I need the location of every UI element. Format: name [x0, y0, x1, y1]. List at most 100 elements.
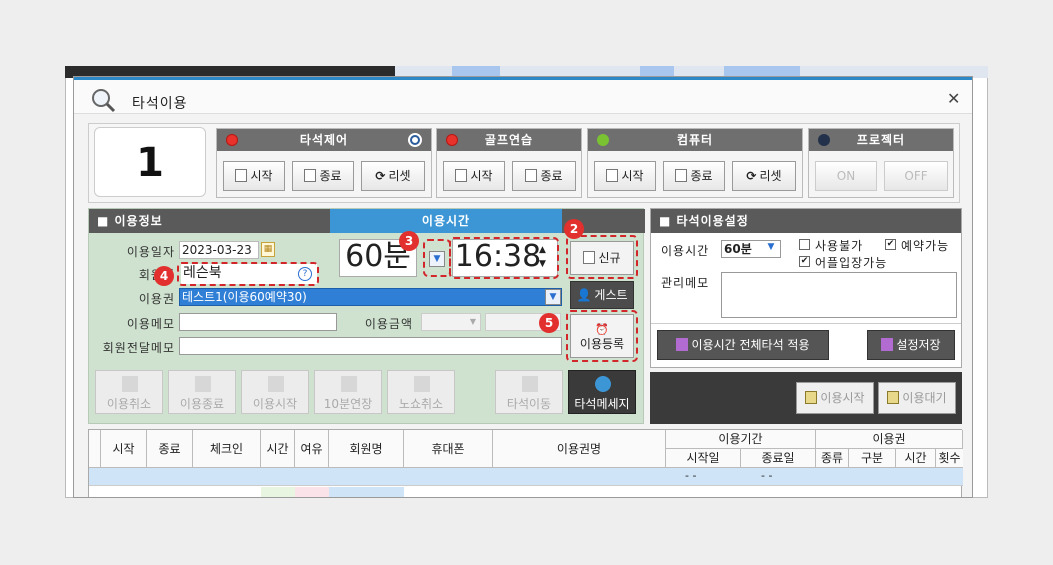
golf-start-button[interactable]: 시작 — [443, 161, 505, 191]
start-use-button[interactable]: 이용시작 — [796, 382, 874, 414]
usage-time-header: 이용시간 — [330, 209, 562, 233]
doc-remove-icon — [525, 169, 538, 182]
date-field[interactable]: 2023-03-23 — [179, 241, 259, 259]
table-cell — [261, 487, 295, 497]
annotation-badge-3: 3 — [399, 231, 419, 251]
table-row[interactable] — [89, 487, 963, 497]
message-icon — [595, 376, 611, 392]
column-header[interactable]: 이용권명 — [493, 430, 666, 468]
seat-number: 1 — [94, 127, 206, 197]
dialog-titlebar: 타석이용 ✕ — [74, 80, 972, 114]
status-off-icon — [818, 134, 830, 146]
annotation-badge-2: 2 — [564, 219, 584, 239]
golf-practice-group: 골프연습 시작 종료 — [436, 128, 582, 198]
column-group-header: 이용권 — [816, 430, 963, 449]
column-header[interactable]: 구분 — [849, 449, 896, 468]
save-icon — [881, 338, 894, 351]
golf-end-button[interactable]: 종료 — [512, 161, 576, 191]
annotation-badge-4: 4 — [154, 266, 174, 286]
unavailable-label: 사용불가 — [815, 239, 864, 253]
settings-time-dropdown-arrow[interactable]: ▼ — [763, 241, 779, 255]
seat-end-button[interactable]: 종료 — [292, 161, 354, 191]
reservable-checkbox[interactable]: ✔ — [885, 239, 896, 250]
seat-start-button[interactable]: 시작 — [223, 161, 285, 191]
table-cell — [295, 487, 329, 497]
pass-dropdown-arrow[interactable]: ▼ — [545, 289, 561, 305]
seat-settings-panel: ■ 타석이용설정 이용시간 60분 ▼ 사용불가 ✔ 예약가능 ✔ 어플입장가능… — [650, 208, 962, 368]
reset-icon: ⟳ — [375, 169, 386, 183]
settings-divider — [651, 323, 961, 324]
reservable-label: 예약가능 — [901, 239, 950, 253]
seat-reset-button[interactable]: ⟳ 리셋 — [361, 161, 425, 191]
computer-start-button[interactable]: 시작 — [594, 161, 656, 191]
column-header[interactable]: 시작 — [101, 430, 147, 468]
column-header[interactable]: 시작일 — [666, 449, 741, 468]
memo-label: 이용메모 — [126, 317, 175, 331]
table-cell — [329, 487, 404, 497]
settings-header: ■ 타석이용설정 — [651, 209, 961, 233]
end-usage-button[interactable]: 이용종료 — [168, 370, 236, 414]
apply-all-seats-button[interactable]: 이용시간 전체타석 적용 — [657, 330, 829, 360]
app-entry-checkbox[interactable]: ✔ — [799, 256, 810, 267]
dialog-title: 타석이용 — [132, 96, 188, 112]
start-usage-button[interactable]: 이용시작 — [241, 370, 309, 414]
column-header[interactable]: 시간 — [896, 449, 936, 468]
cancel-usage-button[interactable]: 이용취소 — [95, 370, 163, 414]
status-green-icon — [597, 134, 609, 146]
doc-add-icon — [606, 169, 619, 182]
computer-header: 컴퓨터 — [588, 129, 802, 151]
end-date-cell: - - — [761, 469, 773, 482]
column-header[interactable]: 여유 — [295, 430, 329, 468]
save-settings-button[interactable]: 설정저장 — [867, 330, 955, 360]
usage-info-panel: ■ 이용정보 이용시간 이용일자 2023-03-23 ▦ 회원명 레슨북 ? … — [88, 208, 645, 424]
annotation-badge-5: 5 — [539, 313, 559, 333]
seat-control-group: 타석제어 시작 종료 ⟳ 리셋 — [216, 128, 432, 198]
settings-time-label: 이용시간 — [661, 244, 710, 258]
start-date-cell: - - — [685, 469, 697, 482]
amount-select[interactable]: ▼ — [421, 313, 481, 331]
unavailable-checkbox[interactable] — [799, 239, 810, 250]
pass-select[interactable]: 테스트1(이용60예약30) — [179, 288, 562, 306]
guest-button[interactable]: 👤 게스트 — [570, 281, 634, 309]
calendar-icon[interactable]: ▦ — [261, 242, 275, 257]
amount-label: 이용금액 — [364, 317, 413, 331]
column-header[interactable]: 종료 — [147, 430, 193, 468]
projector-group: 프로젝터 ON OFF — [808, 128, 954, 198]
highlight-time — [449, 237, 559, 279]
move-seat-button[interactable]: 타석이동 — [495, 370, 563, 414]
usage-table: 시작 종료 체크인 시간 여유 회원명 휴대폰 이용권명 이용기간 시작일 종료… — [88, 429, 963, 497]
noshow-cancel-button[interactable]: 노쇼취소 — [387, 370, 455, 414]
doc-remove-icon — [304, 169, 317, 182]
column-header[interactable]: 회원명 — [329, 430, 404, 468]
extend-10min-button[interactable]: 10분연장 — [314, 370, 382, 414]
close-icon[interactable]: ✕ — [947, 89, 960, 108]
usage-action-bar: 이용시작 이용대기 — [650, 372, 962, 424]
column-header[interactable]: 휴대폰 — [404, 430, 493, 468]
table-row[interactable]: - - - - — [89, 468, 963, 486]
admin-memo-field[interactable] — [721, 272, 957, 318]
magnifier-icon — [92, 89, 116, 113]
projector-on-button[interactable]: ON — [815, 161, 877, 191]
column-header[interactable]: 시간 — [261, 430, 295, 468]
start-icon — [805, 391, 818, 404]
column-header[interactable]: 종류 — [816, 449, 849, 468]
seat-control-header: 타석제어 — [217, 129, 431, 151]
transfer-memo-field[interactable] — [179, 337, 562, 355]
wait-icon — [887, 391, 900, 404]
golf-practice-header: 골프연습 — [437, 129, 581, 151]
column-header[interactable]: 체크인 — [193, 430, 261, 468]
seat-usage-dialog: 타석이용 ✕ 1 타석제어 시작 종료 ⟳ 리셋 골프연습 시작 종료 컴퓨터 시… — [73, 76, 973, 498]
computer-reset-button[interactable]: ⟳ 리셋 — [732, 161, 796, 191]
transfer-memo-label: 회원전달메모 — [102, 341, 175, 355]
pass-label: 이용권 — [138, 292, 175, 306]
projector-off-button[interactable]: OFF — [884, 161, 948, 191]
computer-end-button[interactable]: 종료 — [663, 161, 725, 191]
column-header[interactable]: 종료일 — [741, 449, 816, 468]
memo-field[interactable] — [179, 313, 337, 331]
wait-use-button[interactable]: 이용대기 — [878, 382, 956, 414]
refresh-icon[interactable] — [407, 132, 423, 148]
projector-header: 프로젝터 — [809, 129, 953, 151]
highlight-duration — [423, 239, 451, 277]
seat-message-button[interactable]: 타석메세지 — [568, 370, 636, 414]
column-header[interactable]: 횟수 — [936, 449, 963, 468]
